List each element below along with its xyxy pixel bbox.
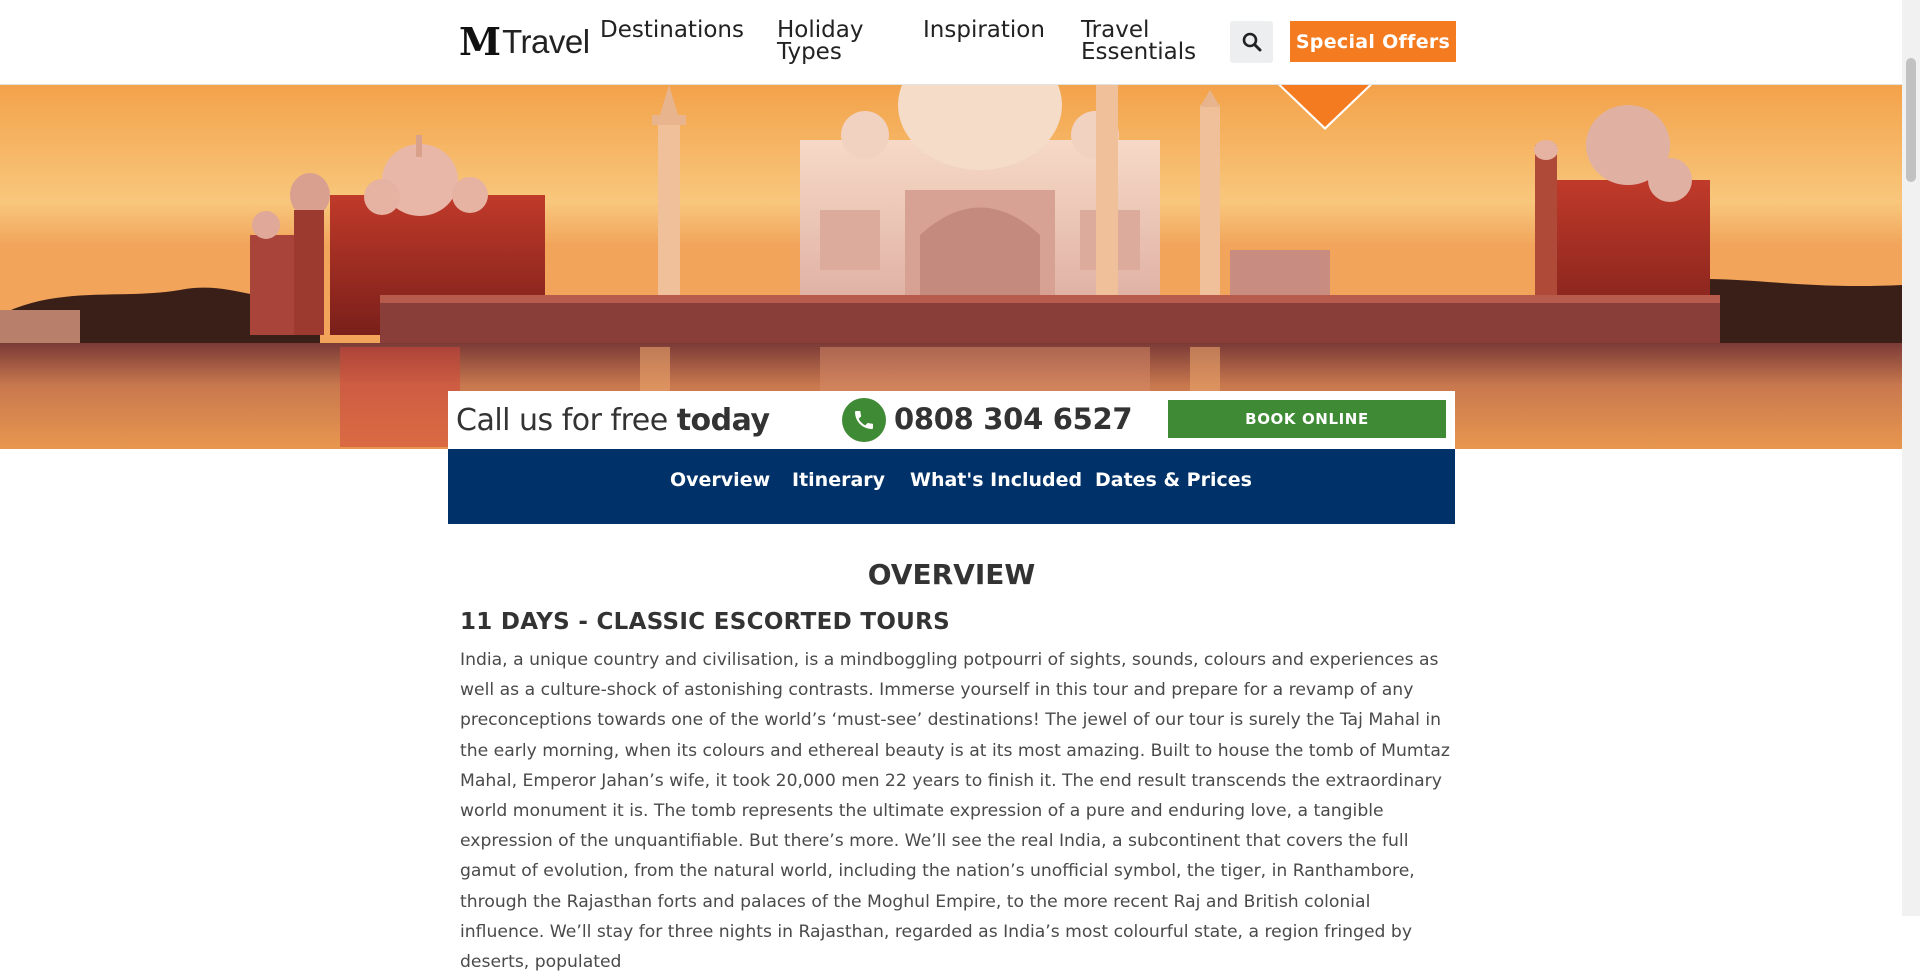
- special-offers-button[interactable]: Special Offers: [1290, 21, 1456, 62]
- logo-mark: M: [459, 19, 501, 64]
- mtravel-logo[interactable]: M Travel: [459, 19, 590, 64]
- call-us-text: Call us for free today: [456, 403, 770, 438]
- call-us-emphasis: today: [676, 403, 770, 438]
- section-title: OVERVIEW: [867, 558, 1036, 591]
- tab-itinerary[interactable]: Itinerary: [792, 469, 885, 491]
- tab-dates-prices[interactable]: Dates & Prices: [1095, 469, 1252, 491]
- active-tab-indicator: [239, 495, 295, 498]
- nav-destinations[interactable]: Destinations: [600, 19, 744, 42]
- nav-inspiration[interactable]: Inspiration: [923, 19, 1045, 42]
- tour-tabs: Overview Itinerary What's Included Dates…: [448, 449, 1455, 524]
- tab-overview[interactable]: Overview: [670, 469, 770, 491]
- nav-holiday-types[interactable]: Holiday Types: [777, 19, 887, 64]
- phone-icon[interactable]: [842, 398, 886, 442]
- phone-handset-glyph: [855, 411, 873, 429]
- site-header: M Travel Destinations Holiday Types Insp…: [0, 0, 1902, 85]
- logo-word: Travel: [502, 23, 590, 60]
- phone-number[interactable]: 0808 304 6527: [894, 402, 1133, 436]
- call-us-bar: Call us for free today 0808 304 6527 BOO…: [448, 391, 1455, 449]
- tour-heading: 11 DAYS - CLASSIC ESCORTED TOURS: [460, 609, 951, 635]
- call-us-prefix: Call us for free: [456, 403, 677, 438]
- tab-whats-included[interactable]: What's Included: [910, 469, 1082, 491]
- search-button[interactable]: [1230, 21, 1273, 63]
- scrollbar-thumb[interactable]: [1906, 58, 1916, 182]
- book-online-button[interactable]: BOOK ONLINE: [1168, 400, 1446, 438]
- special-offers-pointer: [1280, 84, 1370, 127]
- nav-travel-essentials[interactable]: Travel Essentials: [1081, 19, 1201, 64]
- search-icon: [1242, 32, 1261, 52]
- tour-description: India, a unique country and civilisation…: [460, 650, 1450, 973]
